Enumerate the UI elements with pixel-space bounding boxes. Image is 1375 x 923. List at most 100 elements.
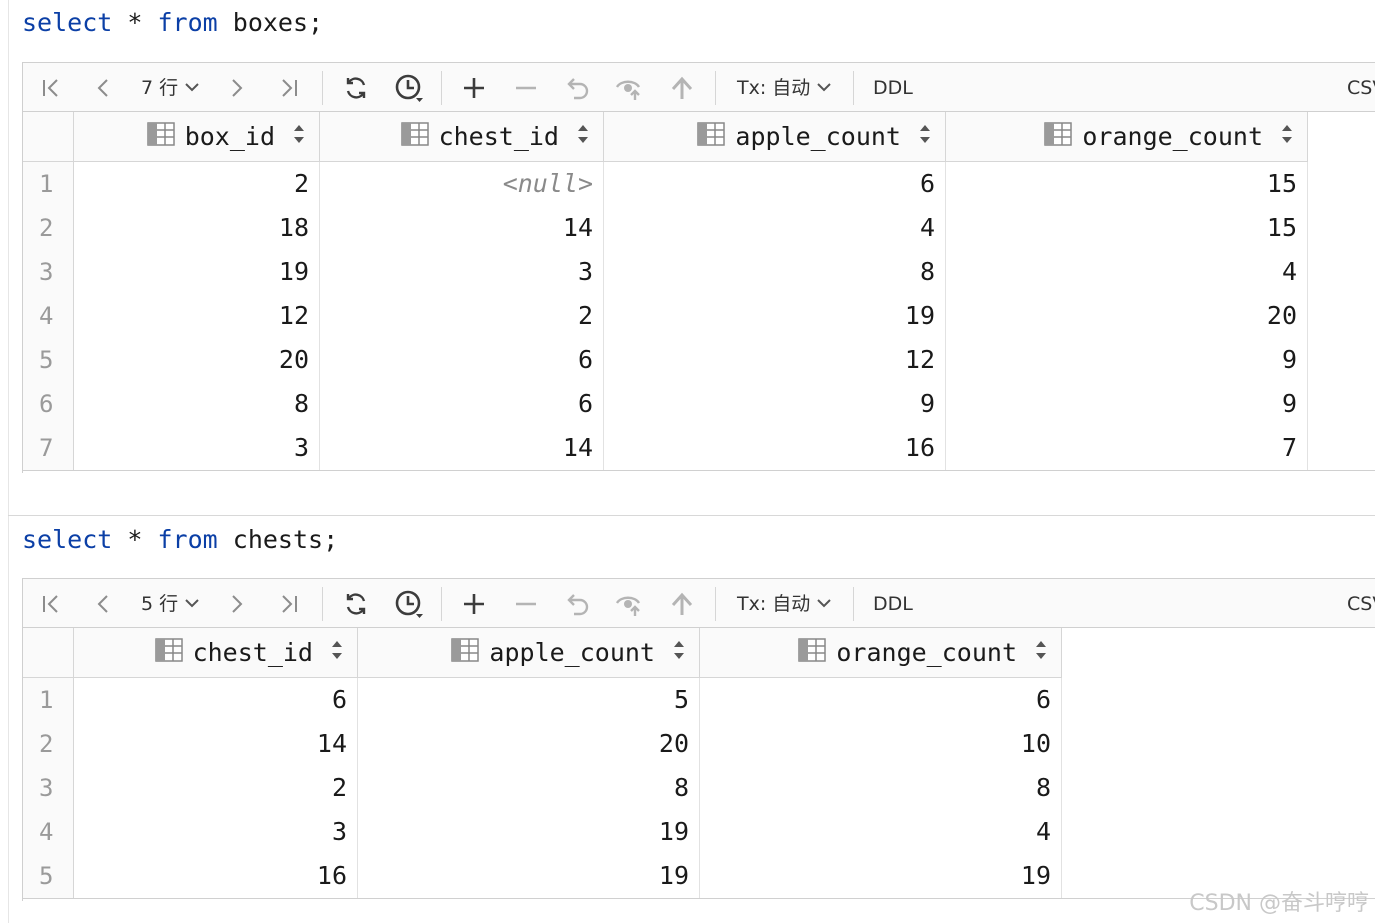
preview-icon[interactable] [613,63,647,113]
column-header-orange-count[interactable]: orange_count [700,628,1062,678]
revert-icon[interactable] [561,63,595,113]
row-count-dropdown[interactable]: 5 行 [141,579,200,629]
table-row[interactable]: 7 3 14 16 7 [23,426,1308,470]
column-header-orange-count[interactable]: orange_count [946,112,1308,162]
cell-chest-id[interactable]: 6 [320,338,604,382]
cell-chest-id[interactable]: 6 [74,678,358,722]
cell-apple-count[interactable]: 19 [604,294,946,338]
cell-apple-count[interactable]: 19 [358,810,700,854]
table-row[interactable]: 6 8 6 9 9 [23,382,1308,426]
last-page-icon[interactable] [273,63,305,113]
column-header-box-id[interactable]: box_id [74,112,320,162]
cell-apple-count[interactable]: 5 [358,678,700,722]
column-header-apple-count[interactable]: apple_count [358,628,700,678]
cell-chest-id[interactable]: 2 [74,766,358,810]
cell-apple-count[interactable]: 16 [604,426,946,470]
cell-chest-id[interactable]: 3 [74,810,358,854]
sort-icon[interactable] [577,122,589,151]
column-header-chest-id[interactable]: chest_id [74,628,358,678]
cell-orange-count[interactable]: 15 [946,162,1308,206]
table-row[interactable]: 1 2 <null> 6 15 [23,162,1308,206]
cell-orange-count[interactable]: 19 [700,854,1062,898]
sql-statement-chests[interactable]: select * from chests; [22,525,338,555]
cell-apple-count[interactable]: 8 [604,250,946,294]
sort-icon[interactable] [1035,638,1047,667]
history-icon[interactable] [391,63,427,113]
cell-orange-count[interactable]: 7 [946,426,1308,470]
sort-icon[interactable] [331,638,343,667]
sql-statement-boxes[interactable]: select * from boxes; [22,8,323,38]
last-page-icon[interactable] [273,579,305,629]
cell-orange-count[interactable]: 4 [700,810,1062,854]
refresh-icon[interactable] [339,579,373,629]
cell-box-id[interactable]: 19 [74,250,320,294]
table-row[interactable]: 3 2 8 8 [23,766,1062,810]
cell-orange-count[interactable]: 10 [700,722,1062,766]
submit-icon[interactable] [665,579,699,629]
revert-icon[interactable] [561,579,595,629]
transaction-mode-dropdown[interactable]: Tx: 自动 [737,579,832,629]
table-row[interactable]: 1 6 5 6 [23,678,1062,722]
cell-box-id[interactable]: 18 [74,206,320,250]
first-page-icon[interactable] [35,579,67,629]
prev-page-icon[interactable] [87,579,119,629]
cell-chest-id[interactable]: 16 [74,854,358,898]
history-icon[interactable] [391,579,427,629]
cell-chest-id[interactable]: 14 [320,206,604,250]
ddl-button[interactable]: DDL [873,63,913,113]
table-row[interactable]: 3 19 3 8 4 [23,250,1308,294]
prev-page-icon[interactable] [87,63,119,113]
table-row[interactable]: 5 16 19 19 [23,854,1062,898]
cell-orange-count[interactable]: 4 [946,250,1308,294]
first-page-icon[interactable] [35,63,67,113]
cell-apple-count[interactable]: 4 [604,206,946,250]
column-header-chest-id[interactable]: chest_id [320,112,604,162]
cell-box-id[interactable]: 20 [74,338,320,382]
sort-icon[interactable] [673,638,685,667]
cell-chest-id[interactable]: 14 [320,426,604,470]
column-header-apple-count[interactable]: apple_count [604,112,946,162]
table-row[interactable]: 4 3 19 4 [23,810,1062,854]
csv-export-dropdown[interactable]: CSV [1347,63,1375,113]
add-row-icon[interactable] [457,579,491,629]
add-row-icon[interactable] [457,63,491,113]
cell-apple-count[interactable]: 20 [358,722,700,766]
cell-box-id[interactable]: 2 [74,162,320,206]
cell-orange-count[interactable]: 20 [946,294,1308,338]
refresh-icon[interactable] [339,63,373,113]
next-page-icon[interactable] [221,579,253,629]
sort-icon[interactable] [919,122,931,151]
sort-icon[interactable] [1281,122,1293,151]
cell-orange-count[interactable]: 9 [946,338,1308,382]
cell-orange-count[interactable]: 9 [946,382,1308,426]
table-row[interactable]: 5 20 6 12 9 [23,338,1308,382]
cell-box-id[interactable]: 8 [74,382,320,426]
cell-apple-count[interactable]: 19 [358,854,700,898]
cell-chest-id[interactable]: 14 [74,722,358,766]
table-row[interactable]: 4 12 2 19 20 [23,294,1308,338]
sort-icon[interactable] [293,122,305,151]
next-page-icon[interactable] [221,63,253,113]
cell-orange-count[interactable]: 15 [946,206,1308,250]
delete-row-icon[interactable] [509,63,543,113]
cell-apple-count[interactable]: 8 [358,766,700,810]
csv-export-dropdown[interactable]: CSV [1347,579,1375,629]
cell-chest-id-null[interactable]: <null> [320,162,604,206]
cell-apple-count[interactable]: 9 [604,382,946,426]
table-row[interactable]: 2 14 20 10 [23,722,1062,766]
cell-chest-id[interactable]: 2 [320,294,604,338]
delete-row-icon[interactable] [509,579,543,629]
ddl-button[interactable]: DDL [873,579,913,629]
cell-chest-id[interactable]: 6 [320,382,604,426]
preview-icon[interactable] [613,579,647,629]
cell-chest-id[interactable]: 3 [320,250,604,294]
row-count-dropdown[interactable]: 7 行 [141,63,200,113]
submit-icon[interactable] [665,63,699,113]
table-row[interactable]: 2 18 14 4 15 [23,206,1308,250]
cell-orange-count[interactable]: 8 [700,766,1062,810]
transaction-mode-dropdown[interactable]: Tx: 自动 [737,63,832,113]
cell-apple-count[interactable]: 12 [604,338,946,382]
cell-orange-count[interactable]: 6 [700,678,1062,722]
cell-apple-count[interactable]: 6 [604,162,946,206]
cell-box-id[interactable]: 3 [74,426,320,470]
